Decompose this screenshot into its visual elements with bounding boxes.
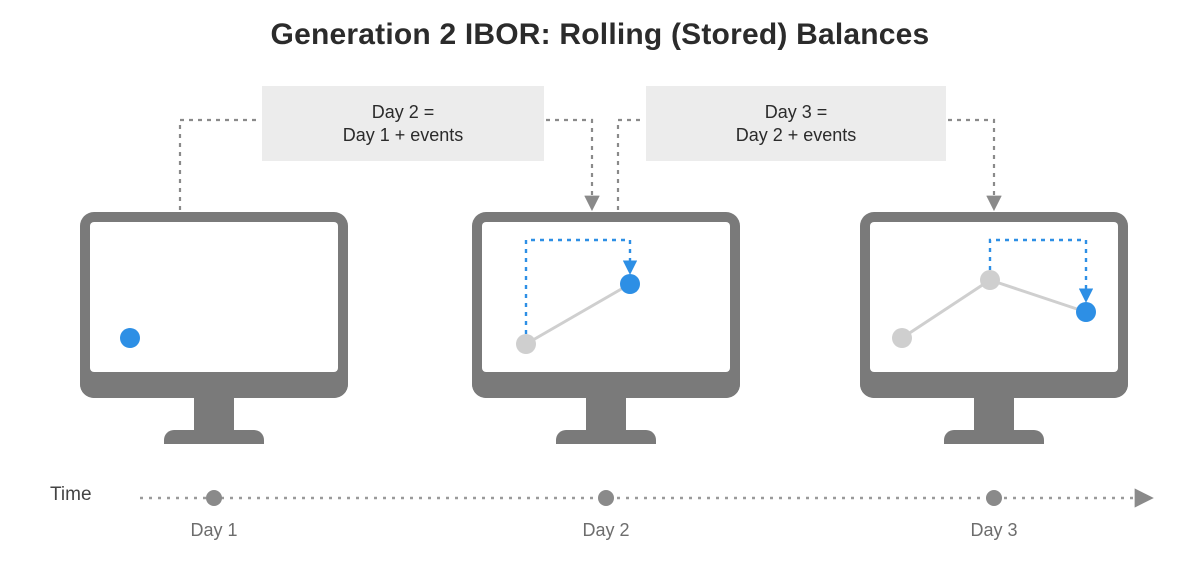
timeline-day1-label: Day 1: [174, 520, 254, 541]
callout-day2-line2: Day 1 + events: [283, 124, 523, 147]
screen-day3-chart: [870, 222, 1118, 372]
monitor-day2: [472, 212, 740, 398]
callout-day3-line2: Day 2 + events: [667, 124, 925, 147]
diagram-title: Generation 2 IBOR: Rolling (Stored) Bala…: [0, 18, 1200, 52]
monitor-day3: [860, 212, 1128, 398]
screen-day1-chart: [90, 222, 338, 372]
callout-day3: Day 3 = Day 2 + events: [646, 86, 946, 161]
diagram-root: Generation 2 IBOR: Rolling (Stored) Bala…: [0, 0, 1200, 582]
timeline-axis-label: Time: [50, 484, 92, 506]
timeline-day2-label: Day 2: [566, 520, 646, 541]
monitor-day1: [80, 212, 348, 398]
callout-day2-line1: Day 2 =: [283, 101, 523, 124]
callout-day2: Day 2 = Day 1 + events: [262, 86, 544, 161]
timeline-day3-label: Day 3: [954, 520, 1034, 541]
callout-day3-line1: Day 3 =: [667, 101, 925, 124]
screen-day2-chart: [482, 222, 730, 372]
